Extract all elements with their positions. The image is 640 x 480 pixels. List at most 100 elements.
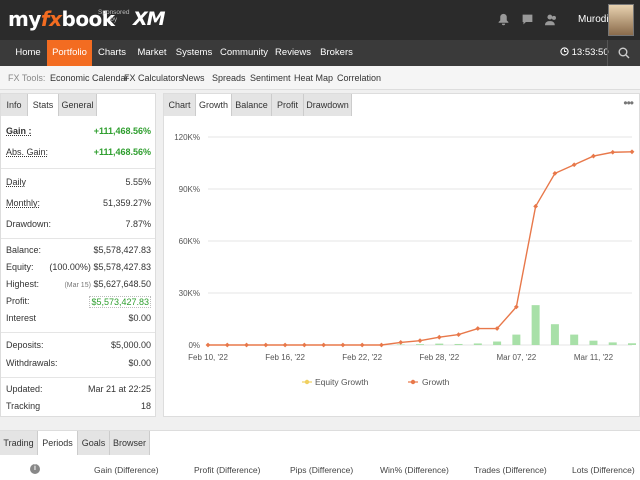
equity-bar bbox=[589, 340, 598, 345]
x-tick-label: Mar 07, '22 bbox=[496, 353, 536, 362]
equity-bar bbox=[435, 343, 444, 345]
tab-profit[interactable]: Profit bbox=[272, 94, 304, 116]
clock: 13:53:50 bbox=[560, 40, 609, 66]
stat-balance: Balance: $5,578,427.83 bbox=[6, 245, 151, 255]
growth-point bbox=[282, 342, 288, 348]
tab-growth[interactable]: Growth bbox=[196, 94, 232, 116]
growth-point bbox=[321, 342, 327, 348]
growth-point bbox=[417, 338, 423, 344]
nav-portfolio[interactable]: Portfolio bbox=[47, 40, 92, 66]
equity-bar bbox=[628, 343, 636, 345]
tab-general[interactable]: General bbox=[59, 94, 97, 116]
growth-point bbox=[301, 342, 307, 348]
avatar[interactable] bbox=[608, 4, 634, 36]
nav-market[interactable]: Market bbox=[132, 40, 172, 66]
chart-panel: Chart Growth Balance Profit Drawdown •••… bbox=[163, 93, 640, 417]
growth-chart: 0% 30K% 60K% 90K% 120K% Feb 10, '22 Feb 16, '2… bbox=[174, 133, 636, 387]
stat-equity: Equity: (100.00%) $5,578,427.83 bbox=[6, 262, 151, 272]
y-tick-label: 120K% bbox=[174, 133, 200, 142]
stat-deposits: Deposits: $5,000.00 bbox=[6, 340, 151, 350]
growth-point bbox=[629, 149, 635, 155]
stat-profit: Profit: $5,573,427.83 bbox=[6, 296, 151, 308]
col-gain[interactable]: Gain (Difference) bbox=[94, 465, 159, 475]
growth-point bbox=[436, 334, 442, 340]
nav-community[interactable]: Community bbox=[216, 40, 272, 66]
tool-spreads[interactable]: Spreads bbox=[212, 66, 246, 90]
info-icon[interactable]: i bbox=[30, 464, 40, 474]
search-icon bbox=[618, 47, 630, 59]
equity-bar bbox=[531, 305, 540, 345]
bell-icon[interactable] bbox=[497, 13, 510, 26]
tool-fx-calculators[interactable]: FX Calculators bbox=[124, 66, 183, 90]
stat-tracking: Tracking 18 bbox=[6, 401, 151, 411]
users-icon[interactable] bbox=[545, 13, 558, 26]
x-tick-label: Feb 28, '22 bbox=[419, 353, 459, 362]
nav-charts[interactable]: Charts bbox=[92, 40, 132, 66]
x-tick-label: Feb 22, '22 bbox=[342, 353, 382, 362]
chat-icon[interactable] bbox=[521, 13, 534, 26]
username[interactable]: Murodil bbox=[578, 14, 611, 25]
tab-trading[interactable]: Trading bbox=[0, 431, 38, 455]
col-win[interactable]: Win% (Difference) bbox=[380, 465, 449, 475]
x-tick-label: Feb 16, '22 bbox=[265, 353, 305, 362]
fx-tools-label: FX Tools: bbox=[8, 73, 46, 83]
growth-line bbox=[208, 151, 633, 346]
main-nav: Home Portfolio Charts Market Systems Com… bbox=[0, 40, 640, 66]
equity-bar bbox=[570, 334, 579, 345]
stat-daily: Daily 5.55% bbox=[6, 177, 151, 187]
growth-point bbox=[610, 149, 616, 155]
equity-bar bbox=[550, 324, 559, 345]
growth-point bbox=[205, 342, 211, 348]
tab-drawdown[interactable]: Drawdown bbox=[304, 94, 352, 116]
tool-news[interactable]: News bbox=[182, 66, 205, 90]
tab-balance[interactable]: Balance bbox=[232, 94, 272, 116]
top-bar: myfxbook Sponsored by XM Murodil bbox=[0, 0, 640, 40]
stat-withdrawals: Withdrawals: $0.00 bbox=[6, 358, 151, 368]
stat-highest: Highest: (Mar 15) $5,627,648.50 bbox=[6, 279, 151, 289]
y-tick-label: 60K% bbox=[179, 237, 200, 246]
col-pips[interactable]: Pips (Difference) bbox=[290, 465, 353, 475]
equity-bar bbox=[473, 343, 482, 345]
nav-brokers[interactable]: Brokers bbox=[314, 40, 359, 66]
y-tick-label: 90K% bbox=[179, 185, 200, 194]
search-button[interactable] bbox=[607, 40, 640, 66]
bottom-panel: Trading Periods Goals Browser i Gain (Di… bbox=[0, 430, 640, 480]
col-profit[interactable]: Profit (Difference) bbox=[194, 465, 260, 475]
nav-home[interactable]: Home bbox=[8, 40, 48, 66]
tool-economic-calendar[interactable]: Economic Calendar bbox=[50, 66, 129, 90]
tab-periods[interactable]: Periods bbox=[38, 431, 78, 455]
tool-correlation[interactable]: Correlation bbox=[337, 66, 381, 90]
tab-chart[interactable]: Chart bbox=[164, 94, 196, 116]
y-tick-label: 0% bbox=[188, 341, 200, 350]
tool-sentiment[interactable]: Sentiment bbox=[250, 66, 291, 90]
nav-systems[interactable]: Systems bbox=[172, 40, 216, 66]
tab-browser[interactable]: Browser bbox=[110, 431, 150, 455]
stat-interest: Interest $0.00 bbox=[6, 313, 151, 323]
equity-bar bbox=[608, 342, 617, 345]
growth-point bbox=[475, 326, 481, 331]
legend-equity-dot bbox=[304, 379, 310, 385]
col-trades[interactable]: Trades (Difference) bbox=[474, 465, 547, 475]
tab-info[interactable]: Info bbox=[1, 94, 28, 116]
growth-point bbox=[263, 342, 269, 348]
growth-point bbox=[379, 342, 384, 348]
equity-bar bbox=[416, 344, 424, 345]
y-tick-label: 30K% bbox=[179, 289, 200, 298]
equity-bar bbox=[454, 343, 463, 345]
nav-reviews[interactable]: Reviews bbox=[272, 40, 314, 66]
stat-drawdown: Drawdown: 7.87% bbox=[6, 219, 151, 229]
growth-point bbox=[244, 342, 249, 348]
growth-point bbox=[456, 332, 461, 337]
growth-point bbox=[359, 342, 365, 348]
tab-stats[interactable]: Stats bbox=[28, 94, 59, 116]
col-lots[interactable]: Lots (Difference) bbox=[572, 465, 635, 475]
legend-growth-dot bbox=[410, 379, 416, 385]
x-tick-label: Mar 11, '22 bbox=[574, 353, 614, 362]
more-options-icon[interactable]: ••• bbox=[623, 96, 634, 110]
fx-tools-bar: FX Tools: Economic Calendar FX Calculato… bbox=[0, 66, 640, 90]
tool-heat-map[interactable]: Heat Map bbox=[294, 66, 333, 90]
legend-equity-label: Equity Growth bbox=[315, 377, 369, 387]
stat-updated: Updated: Mar 21 at 22:25 bbox=[6, 384, 151, 394]
xm-logo[interactable]: XM bbox=[133, 8, 166, 30]
tab-goals[interactable]: Goals bbox=[78, 431, 110, 455]
